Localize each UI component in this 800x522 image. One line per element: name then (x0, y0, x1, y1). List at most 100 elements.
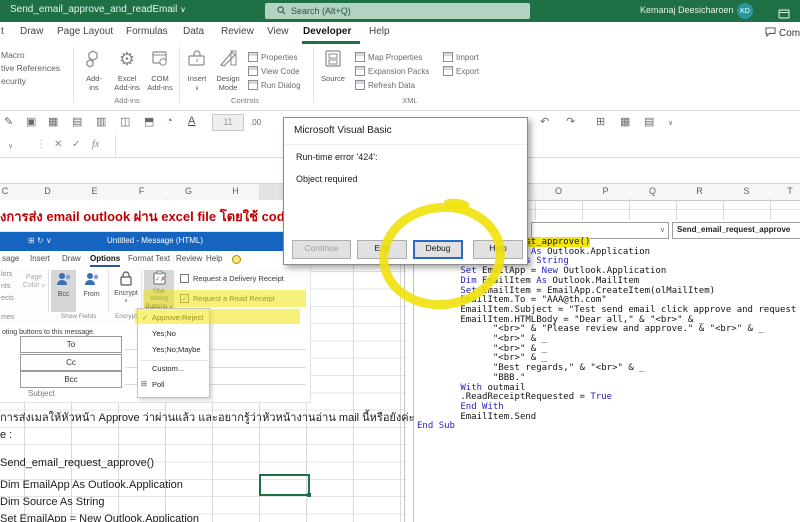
debug-button[interactable]: Debug (413, 240, 463, 259)
outlook-tab-insert[interactable]: Insert (30, 254, 50, 263)
fx-button[interactable]: fx (92, 139, 99, 150)
com-add-ins-button[interactable]: COM Add-ins (144, 46, 176, 92)
column-header[interactable]: D (24, 186, 71, 196)
ribbon-fragment-relative[interactable]: tive References (1, 63, 60, 73)
tab-formulas[interactable]: Formulas (126, 26, 168, 37)
menu-item-yes-no-maybe[interactable]: Yes;No;Maybe (138, 343, 209, 357)
encrypt-label: Encrypt (114, 290, 138, 297)
outlook-tab-draw[interactable]: Draw (62, 254, 81, 263)
menu-item-approve-reject[interactable]: ✓ Approve;Reject (138, 311, 209, 325)
name-box-chevron-icon[interactable]: ∨ (8, 142, 13, 150)
redo-icon[interactable]: ↷ (566, 115, 575, 128)
rows-icon[interactable]: ▤ (644, 115, 654, 128)
undo-icon[interactable]: ↶ (540, 115, 549, 128)
delivery-receipt-checkbox[interactable]: Request a Delivery Receipt (180, 274, 284, 283)
search-input[interactable]: Search (Alt+Q) (265, 3, 530, 19)
read-receipt-checkbox[interactable]: ✓ Request a Read Receipt (180, 294, 275, 303)
cc-button[interactable]: Cc (20, 354, 122, 371)
outlook-tab-help[interactable]: Help (206, 254, 222, 263)
font-color-icon[interactable]: A (188, 115, 195, 127)
font-size-box[interactable]: 11 (212, 114, 244, 131)
export-button[interactable]: Export (443, 66, 479, 76)
vba-code[interactable]: Sub Send_email_request_approve() Dim Ema… (417, 238, 800, 432)
design-mode-button[interactable]: Design Mode (213, 46, 243, 92)
ribbon-fragment-security[interactable]: ecurity (1, 76, 26, 86)
tab-developer[interactable]: Developer (303, 26, 351, 37)
map-properties-button[interactable]: Map Properties (355, 52, 422, 62)
end-button[interactable]: End (357, 240, 407, 259)
run-dialog-button[interactable]: Run Dialog (248, 80, 301, 90)
lightbulb-icon[interactable] (232, 255, 241, 264)
from-button[interactable]: From (78, 270, 105, 312)
avatar[interactable]: KD (737, 3, 753, 19)
column-header[interactable]: T (770, 186, 800, 196)
menu-item-yes-no[interactable]: Yes;No (138, 327, 209, 341)
comments-button[interactable]: Comm (765, 27, 800, 40)
view-code-button[interactable]: View Code (248, 66, 300, 76)
bcc-field-button[interactable]: Bcc (20, 371, 122, 388)
column-header[interactable]: G (165, 186, 212, 196)
grid-icon[interactable]: ▦ (620, 115, 630, 128)
tab-data[interactable]: Data (183, 26, 204, 37)
tab-review[interactable]: Review (221, 26, 254, 37)
code-line[interactable]: EmailItem.Send (417, 413, 800, 423)
insert-control-button[interactable]: Insert ∨ (183, 46, 211, 93)
column-header[interactable]: P (582, 186, 629, 196)
outlook-tab-options[interactable]: Options (90, 254, 120, 267)
page-color-button[interactable]: Page Color ∨ (22, 274, 46, 290)
format-painter-icon[interactable]: ✎ (4, 115, 13, 128)
menu-item-custom[interactable]: Custom... (138, 362, 209, 376)
code-line[interactable]: End Sub (417, 422, 800, 432)
continue-button[interactable]: Continue (292, 240, 351, 259)
source-button[interactable]: Source (318, 46, 348, 84)
decimal-icon[interactable]: .00 (250, 118, 261, 127)
shading-icon[interactable]: ◔ (166, 115, 173, 127)
help-button[interactable]: Help (473, 240, 523, 259)
theme-colors-fragment[interactable]: lors (1, 271, 12, 278)
tab-help[interactable]: Help (369, 26, 390, 37)
column-header[interactable]: R (676, 186, 723, 196)
run-dialog-icon (248, 80, 258, 90)
column-header[interactable]: H (212, 186, 259, 196)
fill-color-icon[interactable]: ⬒ (144, 115, 154, 128)
tab-view[interactable]: View (267, 26, 289, 37)
vba-procedure-combo[interactable]: Send_email_request_approve (672, 222, 800, 239)
refresh-data-button[interactable]: Refresh Data (355, 80, 415, 90)
ribbon-fragment-macro[interactable]: Macro (1, 50, 25, 60)
excel-add-ins-button[interactable]: ⚙ Excel Add-ins (111, 46, 143, 92)
theme-effects-fragment[interactable]: ects (1, 295, 14, 302)
outlook-tab-message-fragment[interactable]: sage (2, 254, 19, 263)
expansion-packs-button[interactable]: Expansion Packs (355, 66, 429, 76)
column-header[interactable]: Q (629, 186, 676, 196)
menu-item-poll[interactable]: ⊟ Poll (138, 378, 209, 392)
to-button[interactable]: To (20, 336, 122, 353)
outlook-tab-format-text[interactable]: Format Text (128, 254, 170, 263)
cancel-button[interactable]: ✕ (54, 139, 62, 150)
column-header[interactable]: O (535, 186, 582, 196)
theme-fonts-fragment[interactable]: nts (1, 283, 10, 290)
properties-button[interactable]: Properties (248, 52, 297, 62)
add-ins-button[interactable]: Add- ins (78, 46, 110, 92)
chevron-down-icon[interactable]: ∨ (668, 119, 673, 127)
import-button[interactable]: Import (443, 52, 479, 62)
tab-page-layout[interactable]: Page Layout (57, 26, 113, 37)
tab-fragment[interactable]: t (1, 26, 4, 37)
column-header[interactable]: S (723, 186, 770, 196)
cells-icon[interactable]: ▤ (72, 115, 82, 128)
tab-draw[interactable]: Draw (20, 26, 43, 37)
encrypt-button[interactable]: Encrypt ∨ (112, 270, 140, 312)
merge-icon[interactable]: ◫ (120, 115, 130, 128)
column-header[interactable]: C (0, 186, 10, 196)
bcc-button[interactable]: Bcc (51, 270, 76, 312)
table-icon[interactable]: ⊞ (596, 115, 605, 128)
borders-icon[interactable]: ▦ (48, 115, 58, 128)
user-name[interactable]: Kemanaj Deesicharoen (640, 5, 734, 15)
selected-cell[interactable] (259, 474, 310, 496)
column-header[interactable]: E (71, 186, 118, 196)
column-header[interactable]: F (118, 186, 165, 196)
enter-button[interactable]: ✓ (72, 139, 80, 150)
workbook-title[interactable]: Send_email_approve_and_readEmail ∨ (10, 4, 186, 15)
outlook-tab-review[interactable]: Review (176, 254, 202, 263)
paste-icon[interactable]: ▣ (26, 115, 36, 128)
insert-cells-icon[interactable]: ▥ (96, 115, 106, 128)
